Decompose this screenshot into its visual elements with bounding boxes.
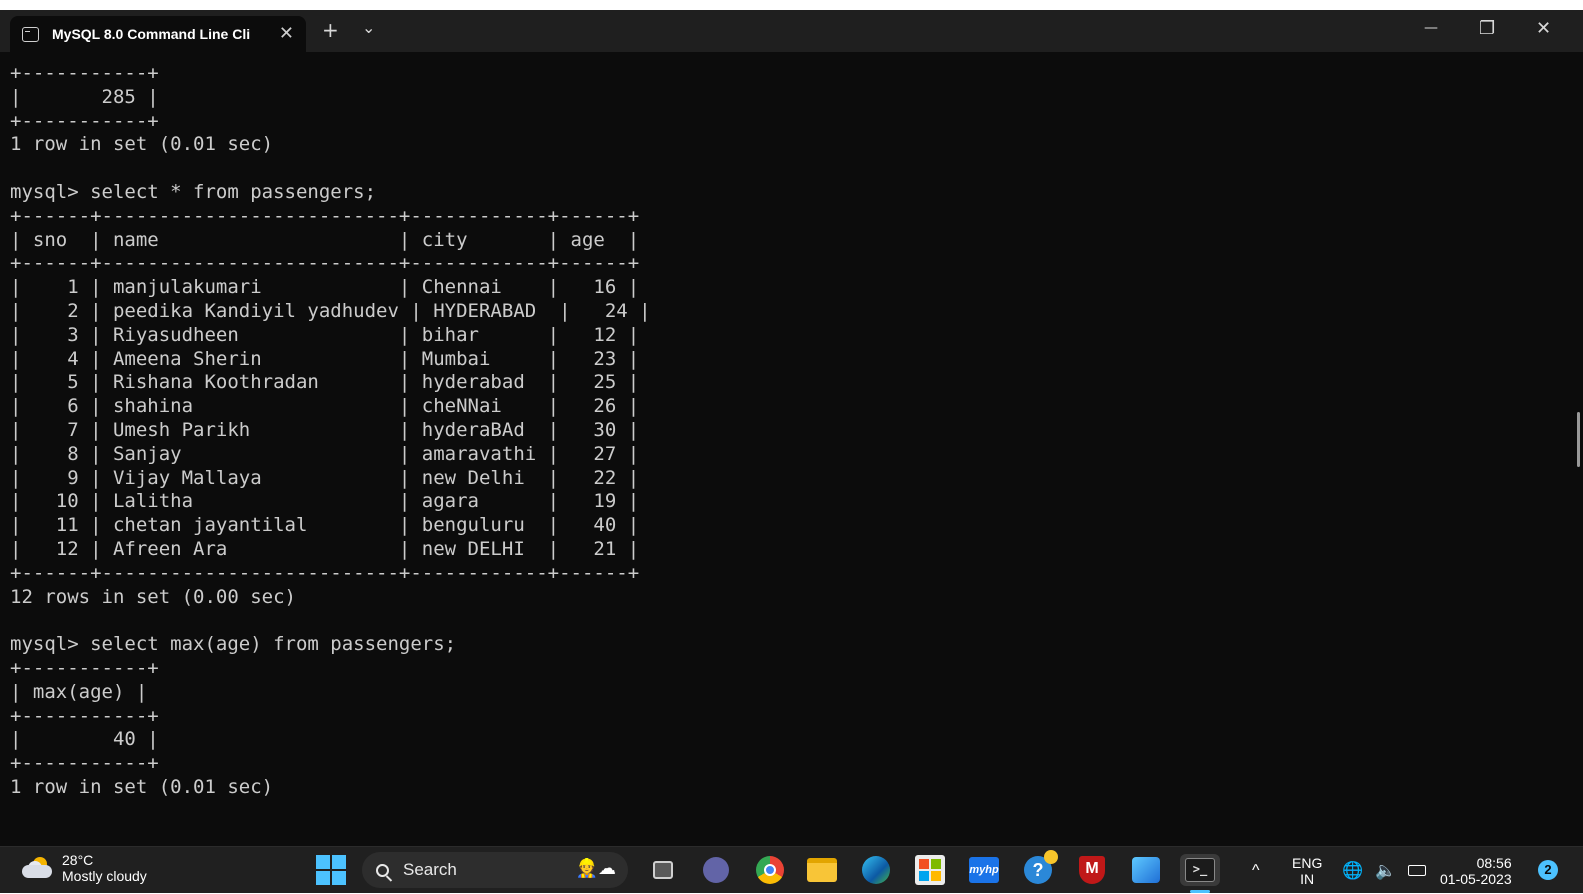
volume-icon: 🔈: [1375, 860, 1397, 880]
restore-button[interactable]: ❐: [1479, 18, 1495, 39]
terminal-icon: [22, 26, 39, 42]
language-indicator[interactable]: ENG IN: [1292, 847, 1322, 894]
taskbar-search[interactable]: Search 👷☁: [362, 852, 628, 888]
partly-cloudy-icon: [22, 857, 52, 879]
terminal-line: | 2 | peedika Kandiyil yadhudev | HYDERA…: [10, 299, 651, 322]
language-code: ENG: [1292, 854, 1323, 871]
terminal-line: +-----------+: [10, 109, 159, 132]
terminal-line: 12 rows in set (0.00 sec): [10, 585, 296, 608]
terminal-line: | 7 | Umesh Parikh | hyderaBAd | 30 |: [10, 418, 640, 441]
weather-temperature: 28°C: [62, 852, 94, 868]
terminal-line: | 6 | shahina | cheNNai | 26 |: [10, 395, 640, 418]
terminal-line: | 3 | Riyasudheen | bihar | 12 |: [10, 323, 640, 346]
system-tray-icons[interactable]: 🌐 🔈: [1342, 847, 1427, 894]
new-tab-button[interactable]: +: [322, 18, 339, 42]
search-icon: [376, 863, 389, 877]
terminal-line: | 40 |: [10, 728, 159, 751]
teams-chat-icon[interactable]: [700, 854, 732, 886]
chrome-icon[interactable]: [754, 854, 786, 886]
terminal-tab[interactable]: MySQL 8.0 Command Line Cli ✕: [10, 16, 306, 52]
taskbar: 28°C Mostly cloudy Search 👷☁ myhp ? M >_…: [0, 846, 1583, 893]
terminal-line: +------+--------------------------+-----…: [10, 204, 640, 227]
windows-start-icon[interactable]: [316, 855, 346, 885]
battery-icon: [1408, 865, 1427, 876]
mcafee-icon[interactable]: M: [1076, 854, 1108, 886]
terminal-line: mysql> select * from passengers;: [10, 180, 377, 203]
myhp-icon[interactable]: myhp: [968, 854, 1000, 886]
terminal-line: +------+--------------------------+-----…: [10, 561, 640, 584]
terminal-taskbar-icon[interactable]: >_: [1180, 854, 1220, 886]
terminal-line: | 8 | Sanjay | amaravathi | 27 |: [10, 442, 640, 465]
scrollbar-thumb[interactable]: [1577, 412, 1580, 467]
terminal-line: | 5 | Rishana Koothradan | hyderabad | 2…: [10, 371, 640, 394]
terminal-line: +-----------+: [10, 752, 159, 775]
task-view-icon[interactable]: [647, 854, 679, 886]
terminal-line: | 1 | manjulakumari | Chennai | 16 |: [10, 276, 640, 299]
edge-icon[interactable]: [860, 854, 892, 886]
terminal-line: | sno | name | city | age |: [10, 228, 640, 251]
show-hidden-icons-button[interactable]: ^: [1252, 847, 1260, 894]
search-highlight-icon: 👷☁: [575, 858, 616, 878]
terminal-line: +-----------+: [10, 704, 159, 727]
search-label: Search: [403, 860, 457, 879]
terminal-line: +-----------+: [10, 62, 159, 84]
get-help-icon[interactable]: ?: [1022, 850, 1058, 886]
terminal-line: +------+--------------------------+-----…: [10, 252, 640, 275]
file-explorer-icon[interactable]: [806, 854, 838, 886]
chevron-up-icon: ^: [1252, 861, 1260, 879]
terminal-line: | 12 | Afreen Ara | new DELHI | 21 |: [10, 537, 640, 560]
terminal-line: | 11 | chetan jayantilal | benguluru | 4…: [10, 514, 640, 537]
photos-icon[interactable]: [1130, 854, 1162, 886]
minimize-button[interactable]: —: [1424, 20, 1438, 36]
tab-title: MySQL 8.0 Command Line Cli: [52, 26, 251, 42]
terminal-line: 1 row in set (0.01 sec): [10, 133, 274, 156]
region-code: IN: [1300, 870, 1315, 887]
weather-condition: Mostly cloudy: [62, 868, 147, 884]
terminal-line: +-----------+: [10, 656, 159, 679]
clock-time: 08:56: [1476, 854, 1512, 871]
network-icon: 🌐: [1342, 860, 1364, 880]
microsoft-store-icon[interactable]: [914, 854, 946, 886]
terminal-text: +-----------+ | 285 | +-----------+ 1 row i…: [0, 62, 651, 800]
title-bar: MySQL 8.0 Command Line Cli ✕ + ⌄ — ❐ ✕: [0, 10, 1583, 52]
terminal-line: | 4 | Ameena Sherin | Mumbai | 23 |: [10, 347, 640, 370]
weather-widget[interactable]: 28°C Mostly cloudy: [22, 852, 147, 884]
terminal-line: | max(age) |: [10, 680, 148, 703]
tab-dropdown-button[interactable]: ⌄: [362, 18, 375, 37]
terminal-line: | 285 |: [10, 85, 159, 108]
terminal-window: MySQL 8.0 Command Line Cli ✕ + ⌄ — ❐ ✕ +…: [0, 10, 1583, 846]
clock[interactable]: 08:56 01-05-2023: [1440, 847, 1512, 894]
close-window-button[interactable]: ✕: [1536, 18, 1551, 39]
terminal-line: | 10 | Lalitha | agara | 19 |: [10, 490, 640, 513]
terminal-output[interactable]: +-----------+ | 285 | +-----------+ 1 row i…: [0, 52, 1583, 846]
notification-badge[interactable]: 2: [1538, 860, 1558, 880]
terminal-line: | 9 | Vijay Mallaya | new Delhi | 22 |: [10, 466, 640, 489]
terminal-line: mysql> select max(age) from passengers;: [10, 633, 457, 656]
tab-close-icon[interactable]: ✕: [279, 25, 294, 43]
terminal-line: 1 row in set (0.01 sec): [10, 775, 274, 798]
clock-date: 01-05-2023: [1440, 870, 1512, 887]
